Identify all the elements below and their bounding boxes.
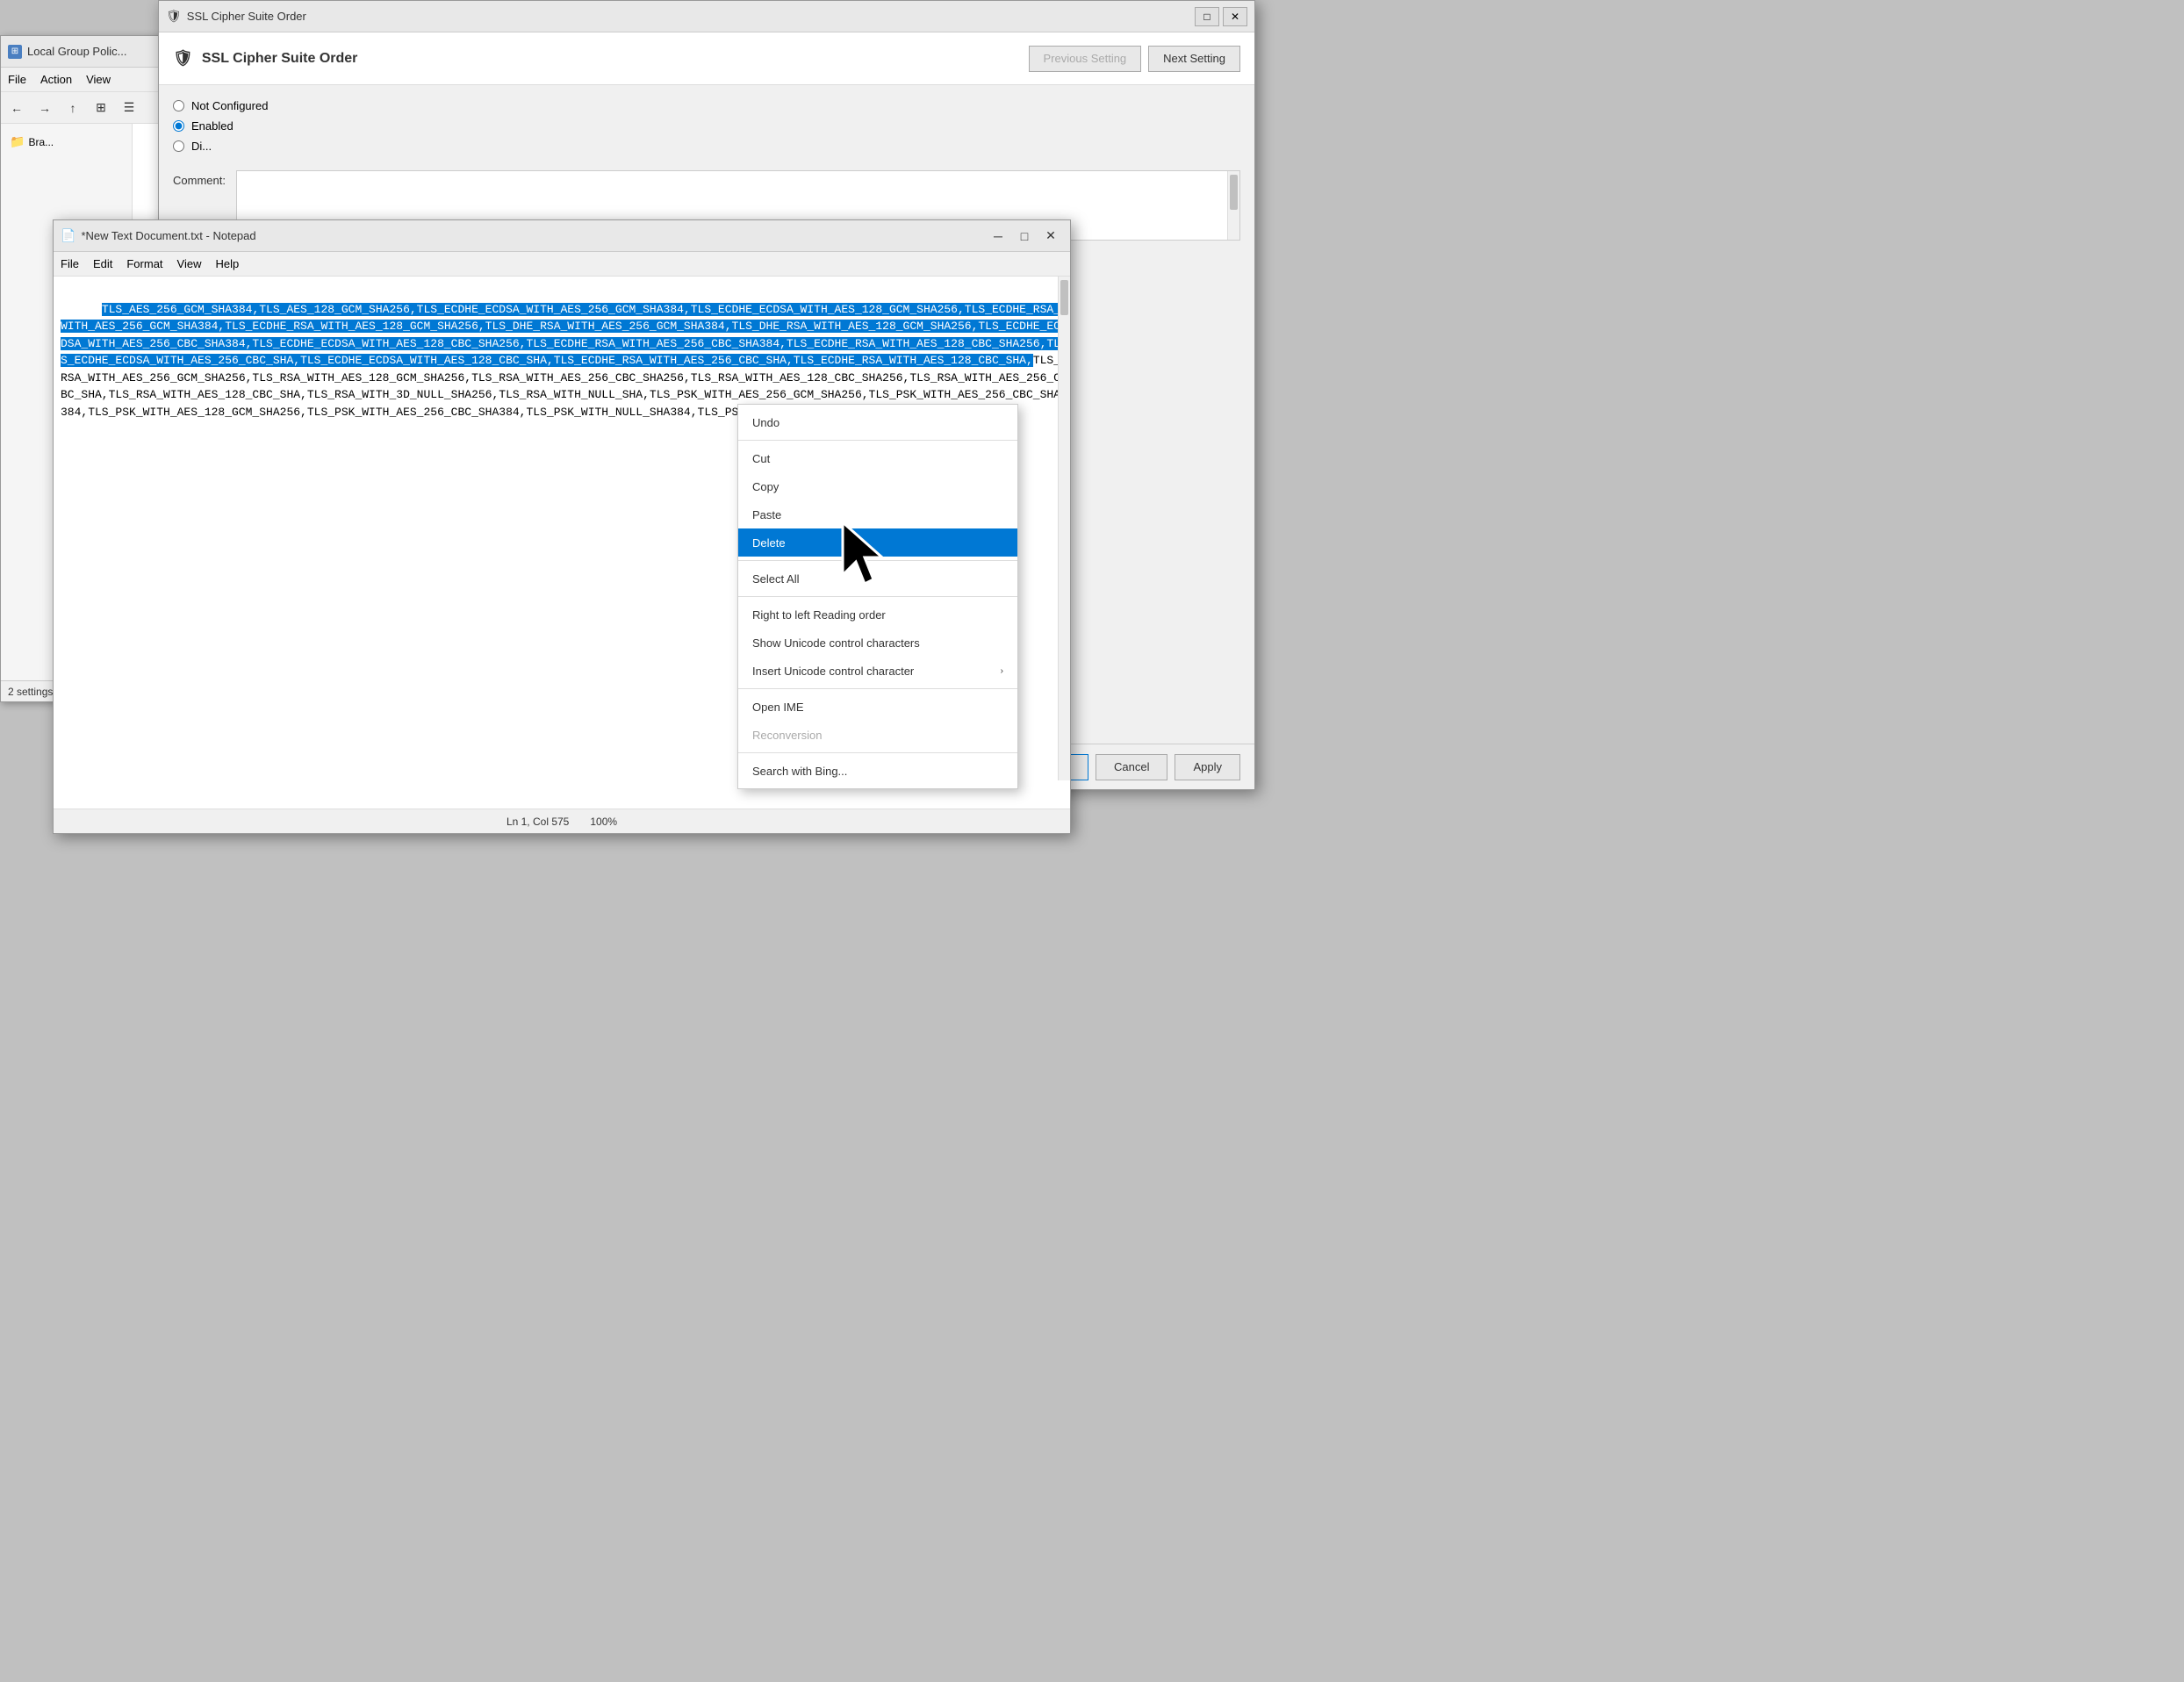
notepad-position: Ln 1, Col 575 <box>506 816 569 828</box>
ssl-radio-disabled[interactable]: Di... <box>173 140 1240 153</box>
notepad-window-controls[interactable]: ─ □ ✕ <box>986 226 1063 246</box>
notepad-maximize-btn[interactable]: □ <box>1012 226 1037 246</box>
ssl-window-controls[interactable]: □ ✕ <box>1195 7 1247 26</box>
notepad-menu-edit[interactable]: Edit <box>93 257 112 270</box>
notepad-menu-format[interactable]: Format <box>126 257 162 270</box>
notepad-menubar[interactable]: File Edit Format View Help <box>54 252 1070 277</box>
notepad-menu-file[interactable]: File <box>61 257 79 270</box>
notepad-menu-view[interactable]: View <box>177 257 202 270</box>
ctx-insert-unicode-arrow: › <box>1001 666 1003 676</box>
folder-label: Bra... <box>28 136 54 148</box>
ctx-sep-3 <box>738 596 1017 597</box>
radio-enabled[interactable] <box>173 120 184 132</box>
notepad-icon: 📄 <box>61 228 75 243</box>
ctx-reconversion: Reconversion <box>738 721 1017 749</box>
back-button[interactable]: ← <box>4 96 29 120</box>
ctx-copy[interactable]: Copy <box>738 472 1017 500</box>
lgp-menu-view[interactable]: View <box>86 73 111 86</box>
ctx-sep-4 <box>738 688 1017 689</box>
ctx-rtl[interactable]: Right to left Reading order <box>738 600 1017 629</box>
ssl-comment-label: Comment: <box>173 170 226 187</box>
ssl-titlebar: 🛡 SSL Cipher Suite Order □ ✕ <box>159 1 1254 32</box>
ssl-close-btn[interactable]: ✕ <box>1223 7 1247 26</box>
notepad-scrollbar-thumb <box>1060 280 1068 315</box>
radio-not-configured-label: Not Configured <box>191 99 268 112</box>
notepad-statusbar: Ln 1, Col 575 100% <box>54 809 1070 833</box>
ctx-delete-label: Delete <box>752 536 786 550</box>
lgp-status-text: 2 settings <box>8 686 53 698</box>
ctx-reconversion-label: Reconversion <box>752 729 823 742</box>
ssl-radio-not-configured[interactable]: Not Configured <box>173 99 1240 112</box>
apply-button[interactable]: Apply <box>1175 754 1240 780</box>
ctx-paste[interactable]: Paste <box>738 500 1017 528</box>
ssl-header-left: 🛡 SSL Cipher Suite Order <box>173 49 357 68</box>
notepad-zoom: 100% <box>590 816 617 828</box>
ctx-sep-1 <box>738 440 1017 441</box>
ctx-rtl-label: Right to left Reading order <box>752 608 886 622</box>
radio-disabled-label: Di... <box>191 140 212 153</box>
ssl-titlebar-icon: 🛡 <box>166 9 182 24</box>
folder-icon: 📁 <box>10 134 25 149</box>
ctx-copy-label: Copy <box>752 480 779 493</box>
ctx-sep-2 <box>738 560 1017 561</box>
ssl-header-title: SSL Cipher Suite Order <box>202 51 358 67</box>
prev-setting-btn[interactable]: Previous Setting <box>1029 46 1142 72</box>
ctx-undo[interactable]: Undo <box>738 408 1017 436</box>
radio-disabled[interactable] <box>173 140 184 152</box>
ctx-cut[interactable]: Cut <box>738 444 1017 472</box>
notepad-menu-help[interactable]: Help <box>215 257 239 270</box>
ctx-sep-5 <box>738 752 1017 753</box>
selected-text: TLS_AES_256_GCM_SHA384,TLS_AES_128_GCM_S… <box>61 303 1060 368</box>
ctx-open-ime[interactable]: Open IME <box>738 693 1017 721</box>
lgp-menu-action[interactable]: Action <box>40 73 72 86</box>
ssl-radio-enabled[interactable]: Enabled <box>173 119 1240 133</box>
views-button[interactable]: ☰ <box>117 96 141 120</box>
ctx-search-bing[interactable]: Search with Bing... <box>738 757 1017 785</box>
ctx-search-bing-label: Search with Bing... <box>752 765 847 778</box>
ssl-minimize-btn[interactable]: □ <box>1195 7 1219 26</box>
ssl-header-icon: 🛡 <box>173 49 193 68</box>
up-button[interactable]: ↑ <box>61 96 85 120</box>
lgp-menu-file[interactable]: File <box>8 73 26 86</box>
forward-button[interactable]: → <box>32 96 57 120</box>
ctx-delete[interactable]: Delete <box>738 528 1017 557</box>
ctx-insert-unicode[interactable]: Insert Unicode control character › <box>738 657 1017 685</box>
ssl-header-right[interactable]: Previous Setting Next Setting <box>1029 46 1241 72</box>
radio-not-configured[interactable] <box>173 100 184 111</box>
notepad-title: *New Text Document.txt - Notepad <box>81 229 255 242</box>
ctx-select-all-label: Select All <box>752 572 799 586</box>
lgp-folder-item[interactable]: 📁 Bra... <box>4 131 128 153</box>
radio-enabled-label: Enabled <box>191 119 233 133</box>
notepad-titlebar: 📄 *New Text Document.txt - Notepad ─ □ ✕ <box>54 220 1070 252</box>
notepad-scrollbar[interactable] <box>1058 277 1070 780</box>
ctx-open-ime-label: Open IME <box>752 701 804 714</box>
ssl-dialog-title: SSL Cipher Suite Order <box>187 10 306 23</box>
properties-button[interactable]: ⊞ <box>89 96 113 120</box>
notepad-minimize-btn[interactable]: ─ <box>986 226 1010 246</box>
context-menu: Undo Cut Copy Paste Delete Select All Ri… <box>737 404 1018 789</box>
ctx-undo-label: Undo <box>752 416 779 429</box>
ssl-header: 🛡 SSL Cipher Suite Order Previous Settin… <box>159 32 1254 85</box>
ssl-radio-group: Not Configured Enabled Di... <box>173 99 1240 153</box>
cancel-button[interactable]: Cancel <box>1096 754 1167 780</box>
ctx-unicode-chars[interactable]: Show Unicode control characters <box>738 629 1017 657</box>
ssl-comment-scrollbar-thumb <box>1230 175 1238 210</box>
ssl-comment-scrollbar[interactable] <box>1227 171 1239 240</box>
ctx-insert-unicode-label: Insert Unicode control character <box>752 665 914 678</box>
ctx-paste-label: Paste <box>752 508 781 521</box>
notepad-close-btn[interactable]: ✕ <box>1038 226 1063 246</box>
lgp-title: Local Group Polic... <box>27 45 126 58</box>
lgp-icon: ⊞ <box>8 45 22 59</box>
ctx-unicode-chars-label: Show Unicode control characters <box>752 636 920 650</box>
next-setting-btn[interactable]: Next Setting <box>1148 46 1240 72</box>
ctx-cut-label: Cut <box>752 452 770 465</box>
ctx-select-all[interactable]: Select All <box>738 564 1017 593</box>
